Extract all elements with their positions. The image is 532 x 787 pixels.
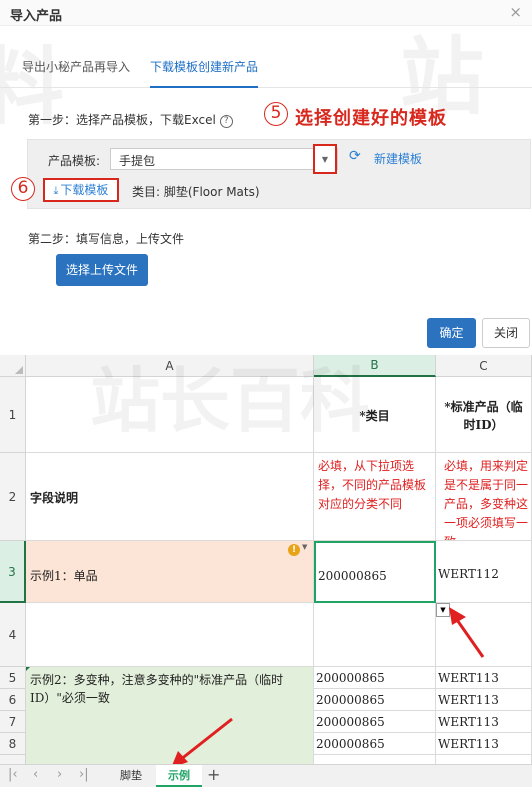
- step1-text: 第一步：选择产品模板，下载Excel: [28, 113, 216, 127]
- sheet-tab-jiaodian[interactable]: 脚垫: [109, 765, 153, 787]
- sheet-tab-bar: |‹ ‹ › ›| 脚垫 示例 +: [0, 764, 532, 787]
- tab-download-template[interactable]: 下载模板创建新产品: [150, 46, 259, 88]
- dialog-tabs: 导出小秘产品再导入 下载模板创建新产品: [0, 46, 532, 88]
- annotation-text-5: 选择创建好的模板: [295, 108, 447, 129]
- cell-a1[interactable]: [26, 377, 314, 453]
- upload-file-button[interactable]: 选择上传文件: [56, 254, 148, 286]
- dialog-title-bar: 导入产品 ×: [0, 0, 532, 26]
- step2-label: 第二步：填写信息，上传文件: [28, 232, 185, 246]
- cell-c3[interactable]: WERT112: [436, 541, 532, 603]
- download-button-label: 下载模板: [60, 183, 109, 197]
- category-label: 类目: 脚垫(Floor Mats): [132, 185, 260, 199]
- row-header-1[interactable]: 1: [0, 377, 26, 453]
- row-header-2[interactable]: 2: [0, 453, 26, 541]
- cell-c5[interactable]: WERT113: [436, 667, 532, 689]
- refresh-icon[interactable]: ⟳: [349, 148, 361, 164]
- download-template-button[interactable]: ⤓ 下载模板: [43, 178, 119, 202]
- dialog-title: 导入产品: [10, 9, 63, 24]
- add-sheet-icon[interactable]: +: [207, 765, 220, 784]
- column-header-c[interactable]: C: [436, 355, 532, 377]
- cell-c6[interactable]: WERT113: [436, 689, 532, 711]
- first-sheet-icon[interactable]: |‹: [8, 767, 18, 782]
- column-header-a[interactable]: A: [26, 355, 314, 377]
- cell-b7[interactable]: 200000865: [314, 711, 436, 733]
- warning-circle-icon[interactable]: !: [288, 544, 300, 556]
- last-sheet-icon[interactable]: ›|: [79, 767, 89, 782]
- annotation-badge-6: 6: [11, 177, 35, 201]
- prev-sheet-icon[interactable]: ‹: [33, 767, 38, 782]
- cell-c1[interactable]: *标准产品（临时ID）: [436, 377, 532, 453]
- next-sheet-icon[interactable]: ›: [57, 767, 62, 782]
- cell-b1[interactable]: *类目: [314, 377, 436, 453]
- sheet-tab-example[interactable]: 示例: [156, 765, 202, 787]
- cell-a3[interactable]: 示例1：单品: [26, 541, 314, 603]
- warning-dropdown-icon[interactable]: ▼: [302, 543, 307, 551]
- annotation-badge-5: 5: [264, 102, 288, 126]
- column-header-b[interactable]: B: [314, 355, 436, 377]
- template-panel: 产品模板: 手提包 ▼ ⟳ 新建模板 ⤓ 下载模板 类目: 脚垫(Floor Ma…: [27, 139, 531, 209]
- cell-c2[interactable]: 必填，用来判定是不是属于同一产品，多变种这一项必须填写一致: [436, 453, 532, 541]
- template-select[interactable]: 手提包 ▼: [110, 144, 338, 174]
- cell-b4[interactable]: [314, 603, 436, 667]
- cell-a5-merged[interactable]: 示例2：多变种，注意多变种的"标准产品（临时ID）"必须一致: [26, 667, 314, 767]
- close-icon[interactable]: ×: [509, 3, 522, 21]
- cell-b6[interactable]: 200000865: [314, 689, 436, 711]
- cell-b5[interactable]: 200000865: [314, 667, 436, 689]
- cell-a2[interactable]: 字段说明: [26, 453, 314, 541]
- row-header-5[interactable]: 5: [0, 667, 26, 689]
- cell-c4[interactable]: [436, 603, 532, 667]
- cell-b2[interactable]: 必填，从下拉项选择，不同的产品模板对应的分类不同: [314, 453, 436, 541]
- template-select-value: 手提包: [119, 154, 156, 168]
- select-all-corner[interactable]: [0, 355, 26, 377]
- row-header-7[interactable]: 7: [0, 711, 26, 733]
- cell-b8[interactable]: 200000865: [314, 733, 436, 755]
- question-circle-icon[interactable]: ?: [219, 115, 233, 128]
- step1-label: 第一步：选择产品模板，下载Excel?: [28, 111, 233, 128]
- cell-c7[interactable]: WERT113: [436, 711, 532, 733]
- row-header-4[interactable]: 4: [0, 603, 26, 667]
- download-icon: ⤓: [53, 184, 59, 197]
- row-header-8[interactable]: 8: [0, 733, 26, 755]
- row-header-3[interactable]: 3: [0, 541, 26, 603]
- cell-a4[interactable]: [26, 603, 314, 667]
- confirm-button[interactable]: 确定: [427, 318, 476, 348]
- new-template-link[interactable]: 新建模板: [374, 150, 422, 167]
- spreadsheet: A B C 1 2 3 4 5 6 7 8 *类目 *标准产品（临时ID） 字段…: [0, 355, 532, 787]
- cell-c8[interactable]: WERT113: [436, 733, 532, 755]
- tab-export-reimport[interactable]: 导出小秘产品再导入: [22, 46, 130, 88]
- comment-marker: [26, 667, 30, 671]
- template-label: 产品模板:: [48, 154, 101, 168]
- close-button[interactable]: 关闭: [482, 318, 530, 348]
- chevron-down-icon[interactable]: ▼: [313, 144, 337, 174]
- row-header-6[interactable]: 6: [0, 689, 26, 711]
- cell-b3[interactable]: 200000865: [314, 541, 436, 603]
